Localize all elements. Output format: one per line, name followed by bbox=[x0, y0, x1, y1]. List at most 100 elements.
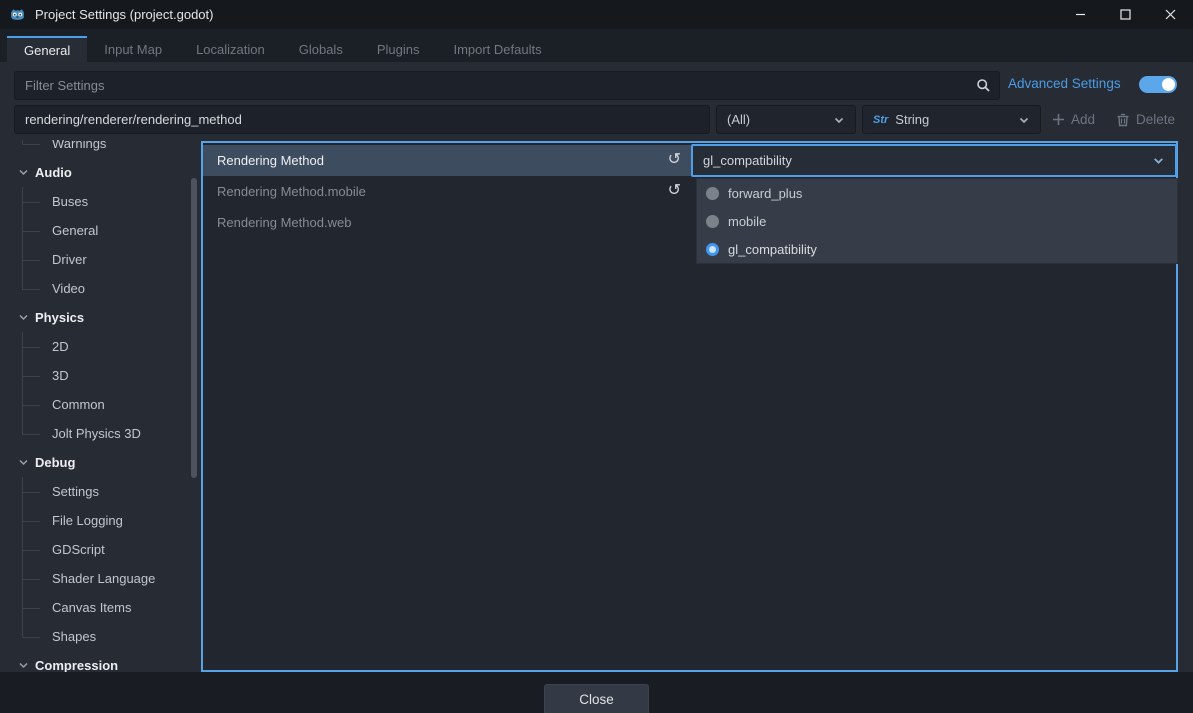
add-label: Add bbox=[1071, 112, 1095, 127]
option-forward-plus[interactable]: forward_plus bbox=[697, 179, 1177, 207]
search-icon bbox=[976, 78, 991, 93]
property-label-cell[interactable]: Rendering Method ↺ bbox=[203, 145, 691, 176]
tree-item-video[interactable]: Video bbox=[14, 274, 200, 303]
property-label: Rendering Method bbox=[217, 153, 324, 168]
tree-connector bbox=[22, 419, 52, 448]
advanced-settings-toggle[interactable] bbox=[1139, 76, 1177, 93]
tab-input-map[interactable]: Input Map bbox=[87, 36, 179, 62]
tab-globals[interactable]: Globals bbox=[282, 36, 360, 62]
chevron-down-icon bbox=[18, 312, 29, 323]
tree-item-debug[interactable]: Debug bbox=[14, 448, 200, 477]
tree-connector bbox=[22, 332, 52, 361]
maximize-icon bbox=[1120, 9, 1131, 20]
maximize-button[interactable] bbox=[1103, 0, 1148, 29]
close-label: Close bbox=[579, 692, 614, 707]
tree-item-general[interactable]: General bbox=[14, 216, 200, 245]
tab-plugins[interactable]: Plugins bbox=[360, 36, 437, 62]
tree-connector bbox=[22, 564, 52, 593]
property-row-rendering-method[interactable]: Rendering Method ↺ gl_compatibility bbox=[203, 145, 1176, 176]
tree-item-canvas-items[interactable]: Canvas Items bbox=[14, 593, 200, 622]
property-path-input[interactable]: rendering/renderer/rendering_method bbox=[14, 105, 710, 134]
godot-logo-icon bbox=[9, 6, 26, 23]
tree-item-shapes[interactable]: Shapes bbox=[14, 622, 200, 651]
tree-item-warnings[interactable]: Warnings bbox=[14, 140, 200, 158]
chevron-down-icon bbox=[833, 114, 845, 126]
tree-item-common[interactable]: Common bbox=[14, 390, 200, 419]
tab-localization[interactable]: Localization bbox=[179, 36, 282, 62]
tree-item-settings[interactable]: Settings bbox=[14, 477, 200, 506]
tab-general[interactable]: General bbox=[7, 36, 87, 62]
option-label: forward_plus bbox=[728, 186, 802, 201]
close-button[interactable]: Close bbox=[544, 684, 649, 713]
minimize-icon bbox=[1075, 9, 1086, 20]
tree-connector bbox=[22, 622, 52, 651]
tree-item-gdscript[interactable]: GDScript bbox=[14, 535, 200, 564]
type-select[interactable]: Str String bbox=[862, 105, 1041, 134]
type-value: String bbox=[895, 112, 929, 127]
chevron-down-icon bbox=[18, 660, 29, 671]
project-settings-window: Project Settings (project.godot) General… bbox=[0, 0, 1193, 713]
tree-item-jolt-physics-3d[interactable]: Jolt Physics 3D bbox=[14, 419, 200, 448]
tree-connector bbox=[22, 593, 52, 622]
property-label-cell[interactable]: Rendering Method.mobile ↺ bbox=[203, 176, 691, 207]
close-window-button[interactable] bbox=[1148, 0, 1193, 29]
tree-item-file-logging[interactable]: File Logging bbox=[14, 506, 200, 535]
settings-content: Filter Settings Advanced Settings render… bbox=[0, 62, 1193, 672]
dropdown-popup: forward_plus mobile gl_compatibility bbox=[696, 178, 1178, 264]
tree-connector bbox=[22, 535, 52, 564]
tab-label: General bbox=[24, 43, 70, 58]
tree-item-audio[interactable]: Audio bbox=[14, 158, 200, 187]
toggle-knob bbox=[1162, 78, 1175, 91]
tree-connector bbox=[22, 390, 52, 419]
category-filter-value: (All) bbox=[727, 112, 750, 127]
sections-tree: Warnings Audio Buses General Driver Vide… bbox=[14, 140, 200, 672]
tree-item-shader-language[interactable]: Shader Language bbox=[14, 564, 200, 593]
property-path-value: rendering/renderer/rendering_method bbox=[25, 112, 242, 127]
property-label: Rendering Method.web bbox=[217, 215, 351, 230]
tab-import-defaults[interactable]: Import Defaults bbox=[436, 36, 558, 62]
tree-connector bbox=[22, 361, 52, 390]
tab-label: Globals bbox=[299, 42, 343, 57]
chevron-down-icon bbox=[1018, 114, 1030, 126]
tab-label: Input Map bbox=[104, 42, 162, 57]
tree-connector bbox=[22, 187, 52, 216]
sidebar-scrollbar[interactable] bbox=[191, 178, 197, 478]
radio-unselected-icon bbox=[706, 215, 719, 228]
close-icon bbox=[1165, 9, 1176, 20]
filter-settings-input[interactable]: Filter Settings bbox=[14, 71, 1000, 100]
revert-icon[interactable]: ↺ bbox=[668, 180, 681, 200]
tree-item-2d[interactable]: 2D bbox=[14, 332, 200, 361]
radio-unselected-icon bbox=[706, 187, 719, 200]
tree-item-buses[interactable]: Buses bbox=[14, 187, 200, 216]
option-gl-compatibility[interactable]: gl_compatibility bbox=[697, 235, 1177, 263]
tab-label: Plugins bbox=[377, 42, 420, 57]
trash-icon bbox=[1116, 113, 1130, 127]
tree-item-driver[interactable]: Driver bbox=[14, 245, 200, 274]
dropdown-value: gl_compatibility bbox=[703, 153, 792, 168]
tree-connector bbox=[22, 245, 52, 274]
string-type-icon: Str bbox=[873, 114, 888, 126]
tree-connector bbox=[22, 477, 52, 506]
advanced-settings-label: Advanced Settings bbox=[1008, 76, 1121, 91]
filter-placeholder: Filter Settings bbox=[25, 78, 976, 93]
tree-item-physics[interactable]: Physics bbox=[14, 303, 200, 332]
property-label-cell[interactable]: Rendering Method.web bbox=[203, 207, 691, 238]
tree-item-3d[interactable]: 3D bbox=[14, 361, 200, 390]
minimize-button[interactable] bbox=[1058, 0, 1103, 29]
add-property-button[interactable]: Add bbox=[1052, 105, 1095, 134]
option-label: mobile bbox=[728, 214, 766, 229]
delete-property-button[interactable]: Delete bbox=[1116, 105, 1175, 134]
tab-label: Localization bbox=[196, 42, 265, 57]
plus-icon bbox=[1052, 113, 1065, 126]
rendering-method-dropdown[interactable]: gl_compatibility bbox=[691, 144, 1177, 177]
revert-icon[interactable]: ↺ bbox=[668, 149, 681, 169]
property-label: Rendering Method.mobile bbox=[217, 184, 366, 199]
dialog-footer: Close bbox=[0, 672, 1193, 713]
title-bar: Project Settings (project.godot) bbox=[0, 0, 1193, 29]
settings-body: Warnings Audio Buses General Driver Vide… bbox=[0, 140, 1193, 672]
option-mobile[interactable]: mobile bbox=[697, 207, 1177, 235]
tree-connector bbox=[22, 274, 52, 303]
category-filter-select[interactable]: (All) bbox=[716, 105, 856, 134]
tree-item-compression[interactable]: Compression bbox=[14, 651, 200, 672]
chevron-down-icon bbox=[18, 457, 29, 468]
